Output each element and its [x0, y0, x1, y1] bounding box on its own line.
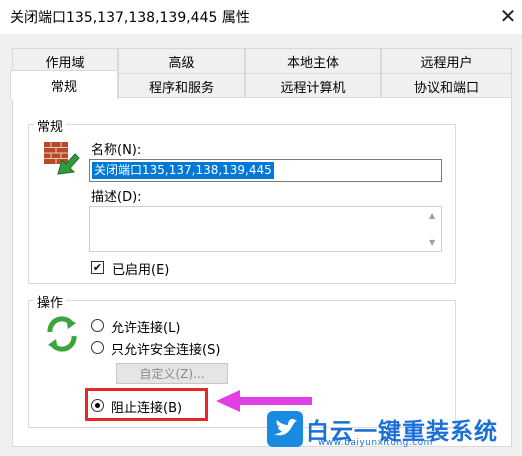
refresh-arrows-icon — [42, 314, 82, 354]
allow-secure-connection-label[interactable]: 只允许安全连接(S) — [111, 339, 220, 358]
tab-label: 远程用户 — [420, 55, 473, 71]
tab-local-principals[interactable]: 本地主体 — [245, 48, 381, 73]
title-bar: 关闭端口135,137,138,139,445 属性 ✕ — [0, 0, 522, 34]
tab-label: 远程计算机 — [280, 80, 346, 96]
close-icon[interactable]: ✕ — [494, 2, 522, 30]
firewall-rule-icon — [42, 138, 80, 176]
scroll-down-icon[interactable]: ▼ — [429, 238, 435, 247]
tab-label: 高级 — [168, 55, 195, 71]
tab-remote-computers[interactable]: 远程计算机 — [245, 73, 381, 98]
watermark-url: www.baiyunxitong.com — [318, 438, 433, 448]
tab-label: 作用域 — [45, 55, 85, 71]
allow-connection-label[interactable]: 允许连接(L) — [111, 317, 180, 336]
name-input-selected-text: 关闭端口135,137,138,139,445 — [92, 162, 274, 179]
action-group-label: 操作 — [34, 292, 67, 311]
tab-remote-users[interactable]: 远程用户 — [381, 48, 512, 73]
customize-button-label: 自定义(Z)... — [139, 367, 205, 381]
allow-secure-connection-radio[interactable] — [91, 341, 104, 354]
radio-selected-dot — [95, 403, 100, 408]
scroll-up-icon[interactable]: ▲ — [429, 211, 435, 220]
description-label: 描述(D): — [91, 190, 142, 205]
description-textarea[interactable]: ▲ ▼ — [89, 206, 442, 252]
name-label: 名称(N): — [91, 143, 142, 158]
allow-connection-radio[interactable] — [91, 319, 104, 332]
enabled-label[interactable]: 已启用(E) — [112, 259, 169, 278]
tab-advanced[interactable]: 高级 — [118, 48, 245, 73]
tab-label: 本地主体 — [286, 55, 339, 71]
tab-programs-services[interactable]: 程序和服务 — [118, 73, 245, 98]
window-title: 关闭端口135,137,138,139,445 属性 — [10, 10, 250, 26]
block-connection-label[interactable]: 阻止连接(B) — [111, 397, 182, 416]
description-scrollbar[interactable]: ▲ ▼ — [426, 207, 441, 251]
block-connection-radio[interactable] — [91, 399, 104, 412]
enabled-checkbox[interactable]: ✔ — [91, 261, 104, 274]
tab-general[interactable]: 常规 — [10, 70, 118, 99]
name-input[interactable]: 关闭端口135,137,138,139,445 — [89, 159, 442, 182]
tab-label: 程序和服务 — [148, 80, 214, 96]
tab-protocols-ports[interactable]: 协议和端口 — [381, 73, 512, 98]
tab-label: 协议和端口 — [413, 80, 479, 96]
general-group-label: 常规 — [34, 116, 67, 135]
bird-logo-icon — [266, 410, 304, 448]
tab-label: 常规 — [50, 79, 77, 95]
customize-button[interactable]: 自定义(Z)... — [116, 363, 228, 384]
